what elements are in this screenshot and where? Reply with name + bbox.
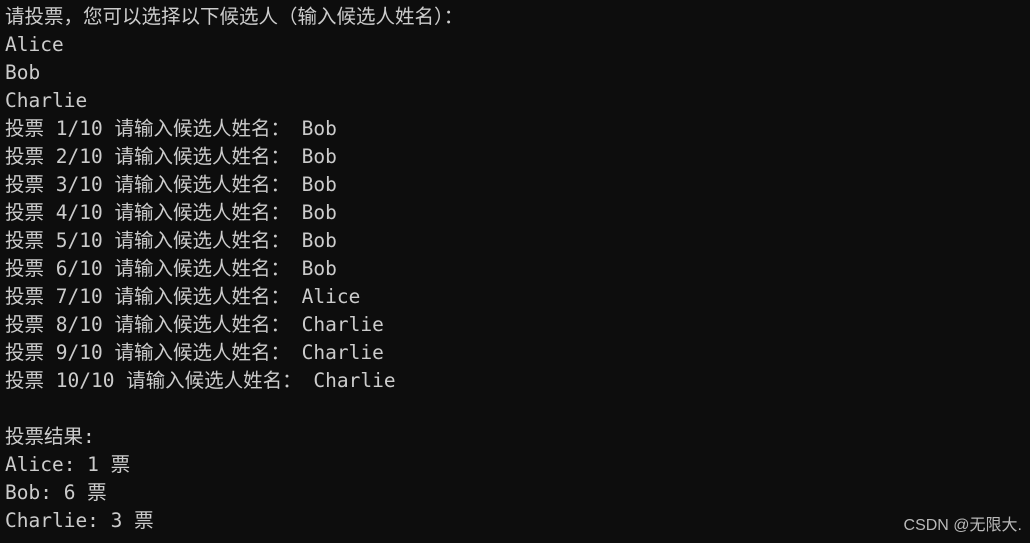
vote-log-line: 投票 9/10 请输入候选人姓名： Charlie [5,341,384,364]
result-row: Bob: 6 票 [5,481,107,504]
vote-log-line: 投票 1/10 请输入候选人姓名： Bob [5,117,337,140]
vote-log-line: 投票 10/10 请输入候选人姓名： Charlie [5,369,396,392]
result-row: Alice: 1 票 [5,453,131,476]
vote-log-line: 投票 6/10 请输入候选人姓名： Bob [5,257,337,280]
terminal-window: 请投票，您可以选择以下候选人（输入候选人姓名）： Alice Bob Charl… [0,0,1030,543]
vote-log-line: 投票 5/10 请输入候选人姓名： Bob [5,229,337,252]
csdn-watermark: CSDN @无限大. [903,517,1022,534]
vote-log-line: 投票 4/10 请输入候选人姓名： Bob [5,201,337,224]
prompt-line: 请投票，您可以选择以下候选人（输入候选人姓名）： [5,5,464,28]
vote-log-line: 投票 7/10 请输入候选人姓名： Alice [5,285,361,308]
vote-log-line: 投票 2/10 请输入候选人姓名： Bob [5,145,337,168]
candidate-item: Bob [5,61,41,84]
result-row: Charlie: 3 票 [5,509,154,532]
vote-log-line: 投票 8/10 请输入候选人姓名： Charlie [5,313,384,336]
candidate-item: Charlie [5,89,88,112]
vote-log-line: 投票 3/10 请输入候选人姓名： Bob [5,173,337,196]
results-header: 投票结果: [5,425,95,448]
candidate-item: Alice [5,33,64,56]
